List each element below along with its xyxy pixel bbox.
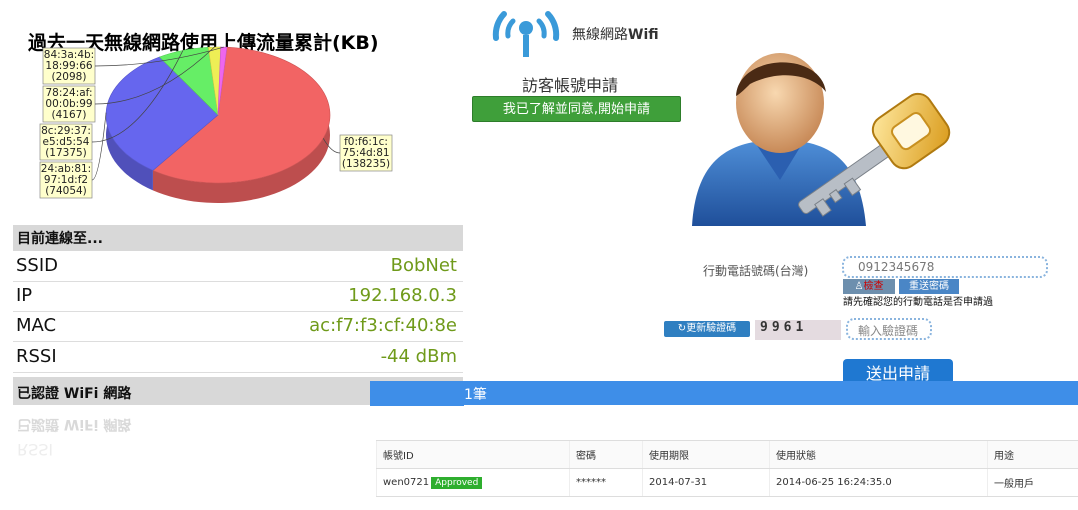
- rssi-value: -44 dBm: [380, 346, 457, 367]
- pie-data-label: (17375): [45, 147, 87, 159]
- pie-data-label: (138235): [342, 158, 390, 170]
- cell-expiry: 2014-07-31: [642, 468, 770, 497]
- refresh-captcha-label: 更新驗證碼: [686, 323, 737, 334]
- pie-data-label: (74054): [45, 185, 87, 197]
- rssi-label: RSSI: [16, 346, 57, 367]
- submit-application-button[interactable]: 送出申請: [843, 359, 953, 383]
- pie-leader-line: [91, 112, 107, 181]
- accounts-table: 帳號ID 密碼 使用期限 使用狀態 用途 wen0721 Approved ***…: [376, 440, 1078, 497]
- captcha-input[interactable]: 輸入驗證碼: [846, 318, 932, 340]
- col-status[interactable]: 使用狀態: [769, 440, 988, 469]
- brand-prefix: 無線網路: [572, 27, 628, 43]
- ip-row: IP 192.168.0.3: [13, 282, 463, 312]
- brand-suffix: Wifi: [628, 27, 659, 43]
- col-purpose[interactable]: 用途: [987, 440, 1078, 469]
- status-badge: Approved: [431, 476, 483, 489]
- resend-password-button[interactable]: 重送密碼: [899, 279, 959, 294]
- col-password[interactable]: 密碼: [569, 440, 643, 469]
- agree-start-button[interactable]: 我已了解並同意,開始申請: [472, 96, 681, 122]
- ssid-row: SSID BobNet: [13, 252, 463, 282]
- confirm-note: 請先確認您的行動電話是否申請過: [843, 297, 993, 308]
- results-underline: [370, 404, 464, 406]
- check-phone-button[interactable]: ♙檢查: [843, 279, 895, 294]
- table-header-row: 帳號ID 密碼 使用期限 使用狀態 用途: [376, 440, 1078, 469]
- refresh-captcha-button[interactable]: ↻更新驗證碼: [664, 321, 750, 337]
- wifi-logo-icon: [492, 11, 560, 57]
- check-button-label: 檢查: [863, 281, 884, 292]
- cell-status: 2014-06-25 16:24:35.0: [769, 468, 988, 497]
- apply-title: 訪客帳號申請: [522, 76, 619, 95]
- mac-label: MAC: [16, 315, 57, 336]
- pie-data-label: (2098): [52, 71, 87, 83]
- col-account-id[interactable]: 帳號ID: [376, 440, 570, 469]
- pie-data-label: (4167): [52, 109, 87, 121]
- cell-purpose: 一般用戶: [987, 468, 1078, 497]
- header-reflection: 已認證 WiFi 網路: [17, 416, 132, 432]
- rssi-reflection: RSSI: [17, 440, 54, 459]
- refresh-icon: ↻: [677, 323, 687, 334]
- cell-account-id: wen0721 Approved: [376, 468, 570, 497]
- captcha-text: 9961: [760, 320, 808, 335]
- table-row[interactable]: wen0721 Approved ****** 2014-07-31 2014-0…: [376, 468, 1078, 497]
- current-connection-header: 目前連線至...: [13, 225, 463, 251]
- mac-value: ac:f7:f3:cf:40:8e: [309, 315, 457, 336]
- user-key-illustration: [692, 53, 951, 226]
- col-expiry[interactable]: 使用期限: [642, 440, 770, 469]
- ip-value: 192.168.0.3: [348, 285, 457, 306]
- brand-name: 無線網路Wifi: [572, 24, 659, 44]
- mac-row: MAC ac:f7:f3:cf:40:8e: [13, 312, 463, 342]
- cell-password: ******: [569, 468, 643, 497]
- account-id: wen0721: [383, 476, 430, 488]
- phone-input[interactable]: 0912345678: [842, 256, 1048, 278]
- result-count: 1筆: [464, 387, 487, 403]
- ssid-label: SSID: [16, 255, 59, 276]
- ip-label: IP: [16, 285, 33, 306]
- rssi-row: RSSI -44 dBm: [13, 343, 463, 373]
- upload-pie-chart: f0:f6:1c:75:4d:81(138235)24:ab:81:97:1d:…: [39, 46, 393, 203]
- ssid-value: BobNet: [390, 255, 457, 276]
- phone-label: 行動電話號碼(台灣): [703, 264, 809, 278]
